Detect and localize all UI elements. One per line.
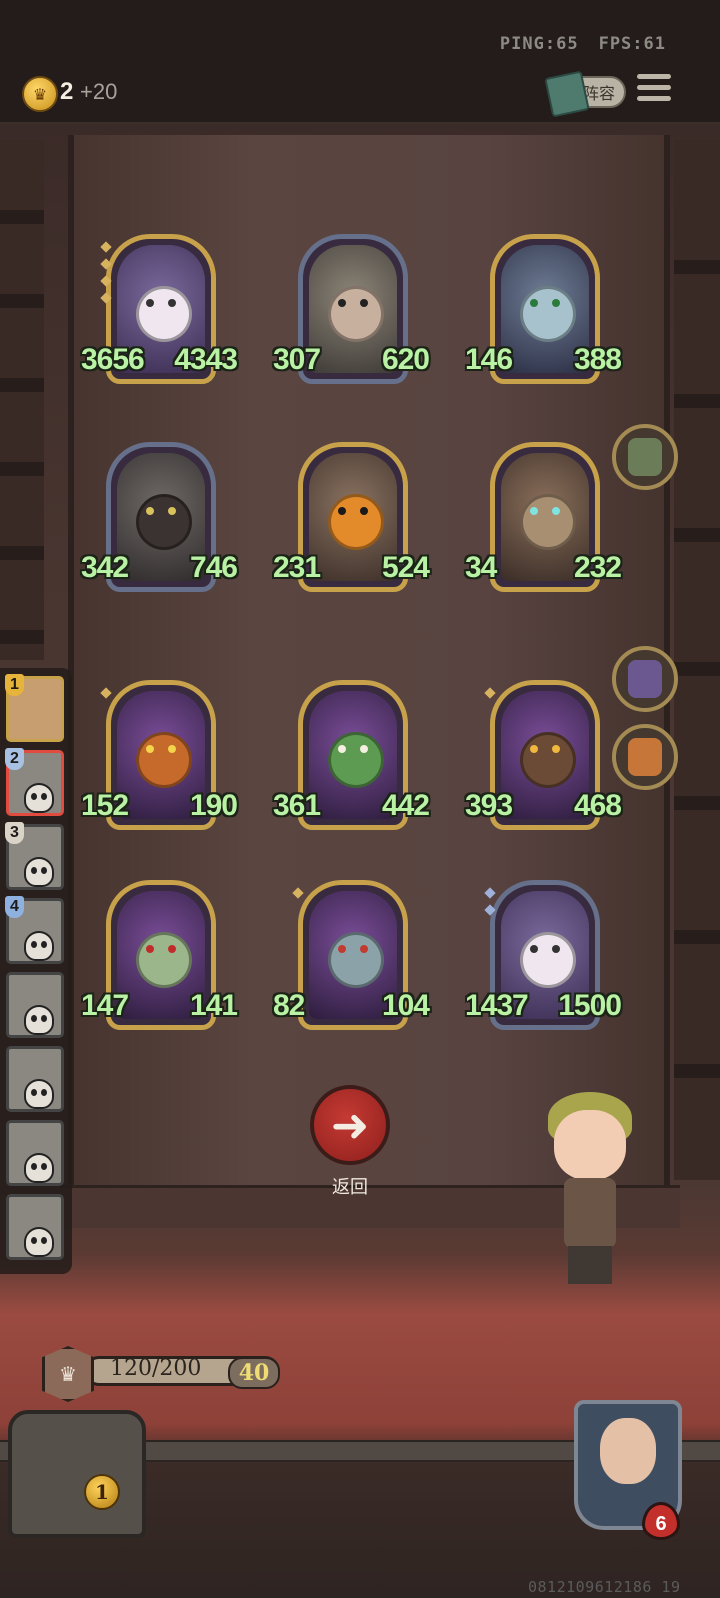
hero-card[interactable]: 1437 1500 bbox=[465, 880, 622, 1030]
skull-icon bbox=[24, 1227, 54, 1257]
attack-value: 82 bbox=[273, 989, 305, 1022]
hero-card[interactable]: 34 232 bbox=[465, 442, 622, 592]
hero-card[interactable]: 231 524 bbox=[273, 442, 430, 592]
skull-icon bbox=[24, 1005, 54, 1035]
health-value: 746 bbox=[189, 551, 238, 584]
chest-count-badge: 1 bbox=[84, 1474, 120, 1510]
coin-income: +20 bbox=[80, 79, 118, 104]
xp-text: 120/200 bbox=[110, 1356, 202, 1381]
top-bar: PING:65 FPS:61 ♛ 2 +20 阵容 bbox=[0, 0, 720, 124]
arrow-left-icon: ➜ bbox=[330, 1098, 370, 1152]
shopkeeper-character bbox=[536, 1092, 646, 1292]
health-value: 388 bbox=[573, 343, 622, 376]
health-value: 190 bbox=[189, 789, 238, 822]
slot-number: 2 bbox=[5, 748, 24, 770]
attack-value: 361 bbox=[273, 789, 321, 822]
health-value: 620 bbox=[381, 343, 430, 376]
health-value: 232 bbox=[573, 551, 622, 584]
star-rank bbox=[484, 887, 496, 923]
bookshelf-right bbox=[674, 140, 720, 1180]
fps-readout: FPS:61 bbox=[598, 34, 666, 54]
hero-card[interactable]: 3656 4343 bbox=[81, 234, 238, 384]
attack-value: 152 bbox=[81, 789, 129, 822]
attack-value: 307 bbox=[273, 343, 321, 376]
health-value: 524 bbox=[381, 551, 430, 584]
health-value: 104 bbox=[381, 989, 430, 1022]
book-icon bbox=[544, 70, 590, 118]
star-rank bbox=[292, 887, 304, 906]
attack-value: 3656 bbox=[81, 343, 145, 376]
roster-slot[interactable] bbox=[6, 1194, 64, 1260]
attack-value: 147 bbox=[81, 989, 129, 1022]
hero-card[interactable]: 82 104 bbox=[273, 880, 430, 1030]
star-rank bbox=[100, 687, 112, 706]
hero-card[interactable]: 307 620 bbox=[273, 234, 430, 384]
hero-card[interactable]: 147 141 bbox=[81, 880, 238, 1030]
roster-slot[interactable]: 3 bbox=[5, 822, 64, 890]
skull-icon bbox=[24, 857, 54, 887]
roster-slot[interactable]: 4 bbox=[5, 896, 64, 964]
skull-icon bbox=[24, 1153, 54, 1183]
build-serial: 0812109612186 19 bbox=[528, 1578, 681, 1596]
slot-number: 3 bbox=[5, 822, 24, 844]
hero-card[interactable]: 393 468 bbox=[465, 680, 622, 830]
skull-icon bbox=[24, 783, 54, 813]
lives-heart-badge: 6 bbox=[642, 1502, 680, 1540]
hero-card[interactable]: 342 746 bbox=[81, 442, 238, 592]
fire-card-item-button[interactable] bbox=[612, 724, 678, 790]
back-label: 返回 bbox=[332, 1177, 368, 1198]
hero-card[interactable]: 152 190 bbox=[81, 680, 238, 830]
lineup-button[interactable]: 阵容 bbox=[544, 70, 626, 118]
roster-slot[interactable] bbox=[6, 972, 64, 1038]
roster-slot[interactable]: 1 bbox=[5, 674, 64, 742]
bookshelf-left bbox=[0, 140, 44, 660]
star-rank bbox=[484, 687, 496, 706]
menu-icon[interactable] bbox=[637, 74, 671, 106]
crown-coin-icon: ♛ bbox=[22, 76, 58, 112]
skull-icon bbox=[24, 931, 54, 961]
back-button[interactable]: ➜ bbox=[310, 1085, 390, 1165]
attack-value: 146 bbox=[465, 343, 513, 376]
coin-count: 2 bbox=[60, 78, 74, 105]
bonsai-icon bbox=[628, 438, 662, 476]
bonsai-item-button[interactable] bbox=[612, 424, 678, 490]
star-rank bbox=[100, 241, 112, 311]
attack-value: 1437 bbox=[465, 989, 529, 1022]
network-stats: PING:65 FPS:61 bbox=[480, 34, 666, 54]
roster-slot[interactable] bbox=[6, 1046, 64, 1112]
voodoo-item-button[interactable] bbox=[612, 646, 678, 712]
health-value: 442 bbox=[381, 789, 430, 822]
health-value: 468 bbox=[573, 789, 622, 822]
health-value: 4343 bbox=[174, 343, 238, 376]
ping-readout: PING:65 bbox=[499, 34, 579, 54]
slot-number: 1 bbox=[5, 674, 24, 696]
hero-card[interactable]: 361 442 bbox=[273, 680, 430, 830]
attack-value: 231 bbox=[273, 551, 321, 584]
skull-icon bbox=[24, 1079, 54, 1109]
attack-value: 34 bbox=[465, 551, 497, 584]
roster-slot[interactable] bbox=[6, 1120, 64, 1186]
opponent-roster: 1 2 3 4 bbox=[0, 668, 72, 1274]
health-value: 1500 bbox=[558, 989, 622, 1022]
roster-slot[interactable]: 2 bbox=[5, 748, 64, 816]
attack-value: 342 bbox=[81, 551, 129, 584]
attack-value: 393 bbox=[465, 789, 513, 822]
treasure-chest-button[interactable] bbox=[8, 1410, 146, 1538]
hero-card[interactable]: 146 388 bbox=[465, 234, 622, 384]
level-up-cost[interactable]: 40 bbox=[228, 1357, 280, 1389]
player-avatar bbox=[600, 1418, 656, 1484]
slot-number: 4 bbox=[5, 896, 24, 918]
fire-card-icon bbox=[628, 738, 662, 776]
health-value: 141 bbox=[189, 989, 238, 1022]
crown-level-icon: ♛ bbox=[42, 1346, 94, 1402]
voodoo-doll-icon bbox=[628, 660, 662, 698]
